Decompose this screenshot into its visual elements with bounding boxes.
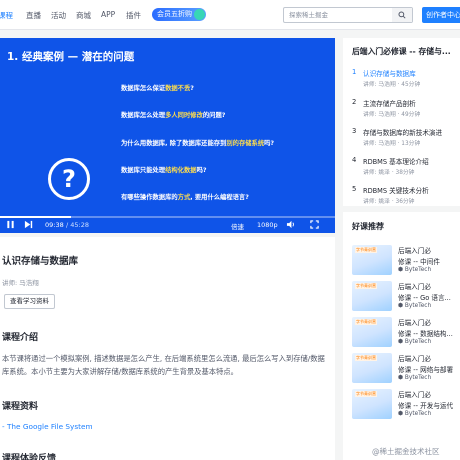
thumbnail-tag: 字节青训营 [355, 391, 377, 397]
outline-item-number: 4 [352, 156, 357, 164]
outline-item[interactable]: 4 RDBMS 基本理论介绍 讲师: 姚泽 · 38分钟 [352, 155, 460, 179]
course-title: 修课 -- 数据结构... [398, 330, 453, 338]
outline-title: 后端入门必修课 -- 存储与... [352, 47, 451, 56]
thumbnail-tag: 字节青训营 [355, 283, 377, 289]
course-author: ⬢ ByteTech [398, 411, 432, 417]
outline-item-number: 3 [352, 127, 357, 135]
view-notes-button[interactable]: 查看学习资料 [4, 294, 55, 309]
recommended-item[interactable]: 字节青训营 后端入门必 修课 -- 开发与运代 ⬢ ByteTech [352, 389, 460, 425]
promo-badge-icon [194, 9, 205, 20]
outline-item-meta: 讲师: 马浩翔 · 49分钟 [363, 112, 421, 118]
course-title: 后端入门必 [398, 391, 431, 399]
nav-live[interactable]: 直播 [26, 10, 41, 21]
progress-fill [0, 216, 72, 218]
intro-text: 本节课将通过一个模拟案例, 描述数据是怎么产生, 在后端系统里怎么流通, 最后怎… [2, 354, 325, 376]
slide-title: 1. 经典案例 — 潜在的问题 [7, 51, 135, 63]
outline-item-title: RDBMS 关键技术分析 [363, 187, 429, 195]
outline-item-meta: 讲师: 马浩翔 · 13分钟 [363, 141, 421, 147]
nav-plugins[interactable]: 插件 [126, 10, 141, 21]
lesson-content: 认识存储与数据库 讲师: 马浩翔 查看学习资料 课程介绍 本节课将通过一个模拟案… [0, 237, 335, 460]
top-nav: 课程 直播 活动 商城 APP 插件 会员五折购 创作者中心 [0, 0, 460, 30]
course-author: ⬢ ByteTech [398, 267, 432, 273]
course-title: 修课 -- 中间件 [398, 258, 440, 266]
resources-heading: 课程资料 [2, 402, 39, 412]
quality-button[interactable]: 1080p [257, 221, 278, 229]
recommended-courses: 好课推荐 字节青训营 后端入门必 修课 -- 中间件 ⬢ ByteTech 字节… [343, 212, 460, 460]
question-line: 为什么用数据库, 除了数据库还能存到别的存储系统吗? [121, 140, 275, 147]
course-title: 修课 -- 网络与部署 [398, 366, 454, 374]
thumbnail-tag: 字节青训营 [355, 247, 377, 253]
outline-item-meta: 讲师: 姚泽 · 38分钟 [363, 170, 415, 176]
course-author: ⬢ ByteTech [398, 375, 432, 381]
outline-item[interactable]: 2 主流存储产品剖析 讲师: 马浩翔 · 49分钟 [352, 97, 460, 121]
thumbnail-tag: 字节青训营 [355, 319, 377, 325]
outline-item-number: 5 [352, 185, 357, 193]
course-thumbnail: 字节青训营 [352, 281, 392, 311]
speed-button[interactable]: 倍速 [231, 221, 244, 231]
nav-events[interactable]: 活动 [51, 10, 66, 21]
course-thumbnail: 字节青训营 [352, 245, 392, 275]
course-title: 修课 -- 开发与运代 [398, 402, 454, 410]
play-icon[interactable] [6, 220, 15, 231]
recommended-item[interactable]: 字节青训营 后端入门必 修课 -- Go 语言... ⬢ ByteTech [352, 281, 460, 317]
lesson-title: 认识存储与数据库 [2, 256, 79, 267]
search-input[interactable] [284, 8, 384, 22]
resource-link[interactable]: - The Google File System [2, 422, 93, 431]
nav-shop[interactable]: 商城 [76, 10, 91, 21]
outline-item[interactable]: 5 RDBMS 关键技术分析 讲师: 姚泽 · 36分钟 [352, 184, 460, 206]
search-icon [398, 11, 406, 19]
course-title: 后端入门必 [398, 283, 431, 291]
course-outline: 后端入门必修课 -- 存储与... 1 认识存储与数据库 讲师: 马浩翔 · 4… [343, 38, 460, 206]
promo-label: 会员五折购 [157, 10, 192, 18]
recommended-item[interactable]: 字节青训营 后端入门必 修课 -- 中间件 ⬢ ByteTech [352, 245, 460, 281]
next-icon[interactable] [24, 220, 33, 231]
course-title: 后端入门必 [398, 247, 431, 255]
question-line: 有哪些操作数据库的方式, 要用什么编程语言? [121, 194, 249, 201]
time-current: 09:38 [45, 221, 64, 229]
creator-center-button[interactable]: 创作者中心 [422, 7, 460, 23]
nav-app[interactable]: APP [101, 10, 115, 19]
feedback-heading: 课程体验反馈 [2, 454, 57, 460]
search-box [283, 7, 413, 23]
recommended-item[interactable]: 字节青训营 后端入门必 修课 -- 网络与部署 ⬢ ByteTech [352, 353, 460, 389]
outline-item[interactable]: 3 存储与数据库的新技术演进 讲师: 马浩翔 · 13分钟 [352, 126, 460, 150]
volume-icon[interactable] [286, 220, 296, 231]
question-line: 数据库怎么保证数据不丢? [121, 85, 194, 92]
outline-item-meta: 讲师: 马浩翔 · 45分钟 [363, 82, 421, 88]
question-line: 数据库怎么处理多人同时修改的问题? [121, 112, 226, 119]
outline-item-title: 主流存储产品剖析 [363, 100, 416, 108]
player-controls: 09:38 / 45:28 倍速 1080p [0, 216, 335, 233]
outline-item-number: 1 [352, 68, 357, 76]
course-author: ⬢ ByteTech [398, 339, 432, 345]
course-thumbnail: 字节青训营 [352, 389, 392, 419]
search-button[interactable] [392, 8, 412, 22]
thumbnail-tag: 字节青训营 [355, 355, 377, 361]
course-thumbnail: 字节青训营 [352, 317, 392, 347]
vip-promo-button[interactable]: 会员五折购 [152, 8, 206, 21]
question-mark-icon: ? [48, 158, 90, 200]
time-total: / 45:28 [66, 221, 89, 229]
question-line: 数据库只能处理结构化数据吗? [121, 167, 207, 174]
outline-item-meta: 讲师: 姚泽 · 36分钟 [363, 199, 415, 205]
outline-item-number: 2 [352, 98, 357, 106]
outline-item-title: RDBMS 基本理论介绍 [363, 158, 429, 166]
course-title: 后端入门必 [398, 355, 431, 363]
lesson-meta: 讲师: 马浩翔 [2, 279, 39, 287]
outline-item[interactable]: 1 认识存储与数据库 讲师: 马浩翔 · 45分钟 [352, 67, 460, 91]
course-title: 修课 -- Go 语言... [398, 294, 451, 302]
watermark: @稀土掘金技术社区 [372, 447, 440, 456]
recommended-title: 好课推荐 [352, 222, 384, 231]
recommended-item[interactable]: 字节青训营 后端入门必 修课 -- 数据结构... ⬢ ByteTech [352, 317, 460, 353]
progress-bar[interactable] [0, 216, 335, 218]
course-author: ⬢ ByteTech [398, 303, 432, 309]
fullscreen-icon[interactable] [310, 220, 319, 231]
nav-courses[interactable]: 课程 [0, 10, 13, 21]
video-player[interactable]: 1. 经典案例 — 潜在的问题 ? 数据库怎么保证数据不丢? 数据库怎么处理多人… [0, 38, 335, 233]
outline-item-title: 存储与数据库的新技术演进 [363, 129, 443, 137]
course-thumbnail: 字节青训营 [352, 353, 392, 383]
outline-item-title: 认识存储与数据库 [363, 70, 416, 78]
course-title: 后端入门必 [398, 319, 431, 327]
intro-heading: 课程介绍 [2, 333, 39, 343]
